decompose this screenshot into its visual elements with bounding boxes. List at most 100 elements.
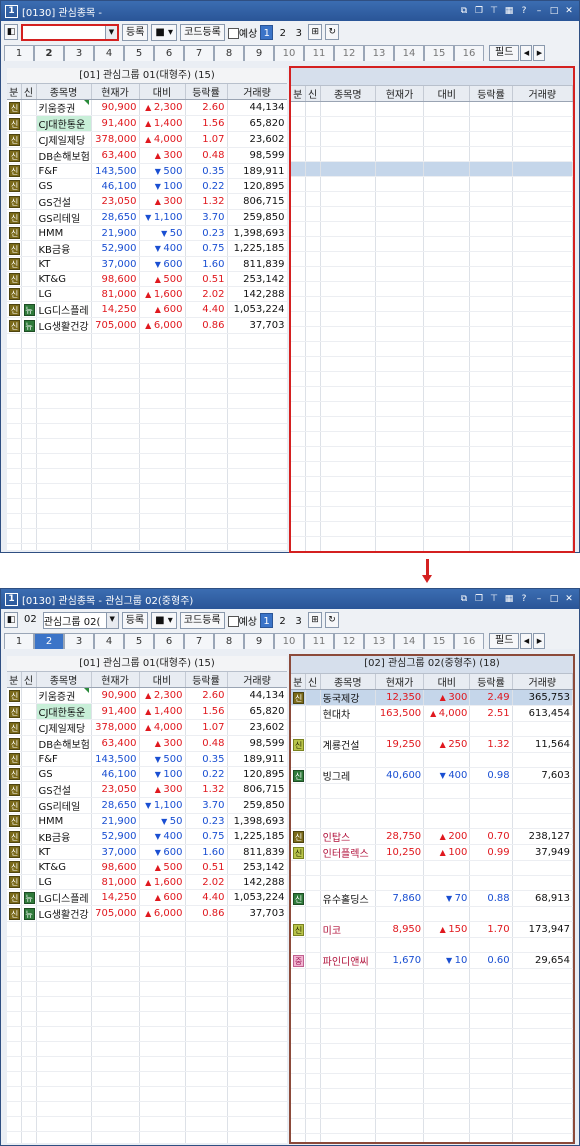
empty-row[interactable]: [7, 438, 287, 454]
empty-row[interactable]: [291, 236, 573, 252]
table-row[interactable]: [291, 813, 573, 829]
grid-icon[interactable]: ▦: [503, 593, 515, 605]
table-row[interactable]: 신 HMM 21,900 ▼ 50 0.23 1,398,693: [7, 225, 287, 241]
column-header[interactable]: 현재가: [375, 86, 425, 102]
stock-name[interactable]: 인터플렉스: [320, 844, 376, 861]
code-register-button[interactable]: 코드등록: [180, 23, 225, 41]
page-button-2[interactable]: 2: [276, 25, 289, 40]
stock-name[interactable]: KT: [36, 256, 92, 272]
stock-name[interactable]: GS: [36, 178, 92, 194]
column-header[interactable]: 종목명: [36, 84, 92, 100]
empty-row[interactable]: [291, 386, 573, 402]
grid-icon[interactable]: ▦: [503, 5, 515, 17]
empty-row[interactable]: [7, 543, 287, 550]
table-row[interactable]: 신 계룡건설 19,250 ▲ 250 1.32 11,564: [291, 736, 573, 753]
link-icon[interactable]: ⧉: [458, 593, 470, 605]
stock-name[interactable]: [320, 937, 376, 953]
tab-4[interactable]: 4: [94, 633, 124, 649]
chevron-down-icon[interactable]: ▼: [105, 612, 118, 628]
tab-1[interactable]: 1: [4, 45, 34, 61]
empty-row[interactable]: [7, 528, 287, 544]
empty-row[interactable]: [7, 981, 287, 997]
table-row[interactable]: 신 뉴 LG생활건강 705,000 ▲ 6,000 0.86 37,703: [7, 905, 287, 922]
chevron-left-icon[interactable]: ◀: [520, 45, 533, 61]
table-row[interactable]: 신 LG 81,000 ▲ 1,600 2.02 142,288: [7, 874, 287, 890]
tab-2[interactable]: 2: [34, 633, 64, 649]
code-search-icon[interactable]: ◧: [4, 24, 18, 40]
table-row[interactable]: [291, 875, 573, 891]
column-header[interactable]: 대비: [423, 86, 471, 102]
table-row[interactable]: 신 CJ대한통운 91,400 ▲ 1,400 1.56 65,820: [7, 115, 287, 132]
column-header[interactable]: 현재가: [91, 84, 140, 100]
page-button-1[interactable]: 1: [260, 24, 274, 40]
table-row[interactable]: 신 LG 81,000 ▲ 1,600 2.02 142,288: [7, 286, 287, 302]
stock-name[interactable]: 빙그레: [320, 767, 376, 784]
table-row[interactable]: 신 뉴 LG디스플레 14,250 ▲ 600 4.40 1,053,224: [7, 301, 287, 318]
stock-name[interactable]: 현대차: [320, 705, 376, 722]
table-row[interactable]: 신 동국제강 12,350 ▲ 300 2.49 365,753: [291, 689, 573, 706]
close-icon[interactable]: ✕: [563, 5, 575, 17]
stock-name[interactable]: [320, 752, 376, 768]
empty-row[interactable]: [291, 176, 573, 192]
stock-name[interactable]: [320, 860, 376, 876]
column-header[interactable]: 등락률: [469, 674, 513, 690]
empty-row[interactable]: [7, 393, 287, 409]
tab-4[interactable]: 4: [94, 45, 124, 61]
table-row[interactable]: 신 KB금융 52,900 ▼ 400 0.75 1,225,185: [7, 828, 287, 845]
empty-row[interactable]: [291, 101, 573, 117]
stock-name[interactable]: HMM: [36, 813, 92, 829]
empty-row[interactable]: [291, 281, 573, 297]
stock-name[interactable]: 인탑스: [320, 828, 376, 845]
table-row[interactable]: [291, 752, 573, 768]
column-header[interactable]: 등락률: [185, 672, 228, 688]
table-row[interactable]: 신 KB금융 52,900 ▼ 400 0.75 1,225,185: [7, 240, 287, 257]
empty-row[interactable]: [7, 951, 287, 967]
empty-row[interactable]: [291, 491, 573, 507]
tab-14[interactable]: 14: [394, 45, 424, 61]
tab-13[interactable]: 13: [364, 633, 394, 649]
empty-row[interactable]: [7, 1086, 287, 1102]
refresh-icon[interactable]: ↻: [325, 612, 340, 628]
empty-row[interactable]: [7, 408, 287, 424]
chevron-right-icon[interactable]: ▶: [533, 45, 546, 61]
empty-row[interactable]: [291, 296, 573, 312]
minimize-icon[interactable]: –: [533, 5, 545, 17]
table-row[interactable]: 신 HMM 21,900 ▼ 50 0.23 1,398,693: [7, 813, 287, 829]
empty-row[interactable]: [7, 1101, 287, 1117]
help-icon[interactable]: ?: [518, 593, 530, 605]
stock-name[interactable]: GS리테일: [36, 797, 92, 814]
table-row[interactable]: [291, 860, 573, 876]
column-header[interactable]: 분: [291, 86, 306, 102]
table-row[interactable]: 신 KT 37,000 ▼ 600 1.60 811,839: [7, 256, 287, 272]
tab-9[interactable]: 9: [244, 633, 274, 649]
copy-window-icon[interactable]: ❐: [473, 593, 485, 605]
stock-name[interactable]: DB손해보험: [36, 147, 92, 164]
split-view-icon[interactable]: ⊞: [308, 612, 323, 628]
stock-name[interactable]: KT: [36, 844, 92, 860]
stock-name[interactable]: 유수홀딩스: [320, 890, 376, 907]
empty-row[interactable]: [7, 363, 287, 379]
tab-6[interactable]: 6: [154, 633, 184, 649]
table-row[interactable]: [291, 721, 573, 737]
column-header[interactable]: 거래량: [512, 674, 573, 690]
empty-row[interactable]: [291, 221, 573, 237]
stock-name[interactable]: 계룡건설: [320, 736, 376, 753]
empty-row[interactable]: [7, 483, 287, 499]
table-row[interactable]: 신 F&F 143,500 ▼ 500 0.35 189,911: [7, 163, 287, 179]
table-row[interactable]: [291, 798, 573, 814]
column-header[interactable]: 분: [7, 672, 22, 688]
tab-7[interactable]: 7: [184, 633, 214, 649]
chevron-down-icon[interactable]: ▼: [105, 25, 117, 39]
table-row[interactable]: 신 GS리테일 28,650 ▼ 1,100 3.70 259,850: [7, 209, 287, 226]
table-row[interactable]: 신 KT&G 98,600 ▲ 500 0.51 253,142: [7, 859, 287, 875]
refresh-icon[interactable]: ↻: [325, 24, 340, 40]
column-header[interactable]: 분: [7, 84, 22, 100]
table-row[interactable]: 중 파인디앤씨 1,670 ▼ 10 0.60 29,654: [291, 952, 573, 969]
tab-3[interactable]: 3: [64, 633, 94, 649]
tab-15[interactable]: 15: [424, 45, 454, 61]
empty-row[interactable]: [291, 161, 573, 177]
tab-5[interactable]: 5: [124, 45, 154, 61]
mode-select[interactable]: ■ ▾: [151, 23, 178, 41]
stock-name[interactable]: 키움증권: [36, 99, 92, 116]
stock-name[interactable]: 미코: [320, 921, 376, 938]
